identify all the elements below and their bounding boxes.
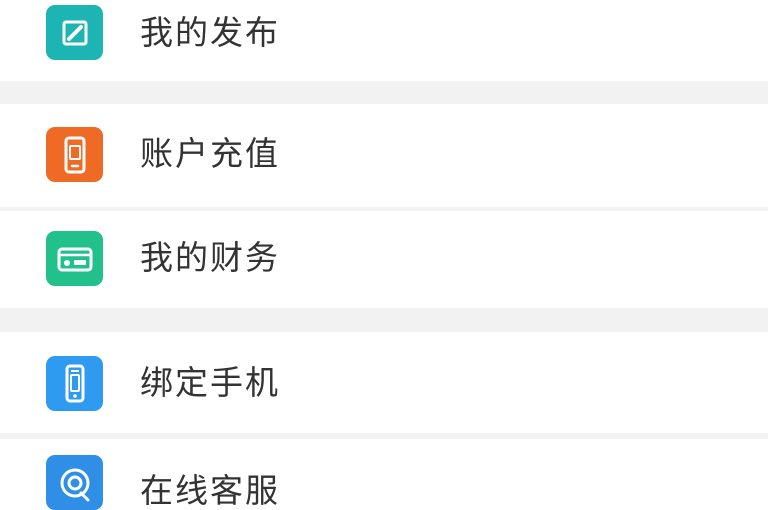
- customer-service-icon: [46, 455, 103, 510]
- menu-item-label: 我的财务: [140, 238, 280, 277]
- menu-item-label: 在线客服: [140, 471, 280, 510]
- menu-item-online-service[interactable]: 在线客服: [0, 439, 768, 510]
- menu-item-account-recharge[interactable]: 账户充值: [0, 104, 768, 207]
- menu-item-my-finance[interactable]: 我的财务: [0, 211, 768, 308]
- menu-item-label: 账户充值: [140, 134, 280, 173]
- menu-item-bind-phone[interactable]: 绑定手机: [0, 332, 768, 433]
- menu-item-label: 我的发布: [140, 13, 280, 52]
- phone-recharge-icon: [46, 127, 103, 182]
- wallet-icon: [46, 231, 103, 286]
- mobile-phone-icon: [46, 356, 103, 411]
- menu-item-label: 绑定手机: [140, 363, 280, 402]
- menu-item-my-posts[interactable]: 我的发布: [0, 0, 768, 81]
- edit-icon: [46, 5, 103, 60]
